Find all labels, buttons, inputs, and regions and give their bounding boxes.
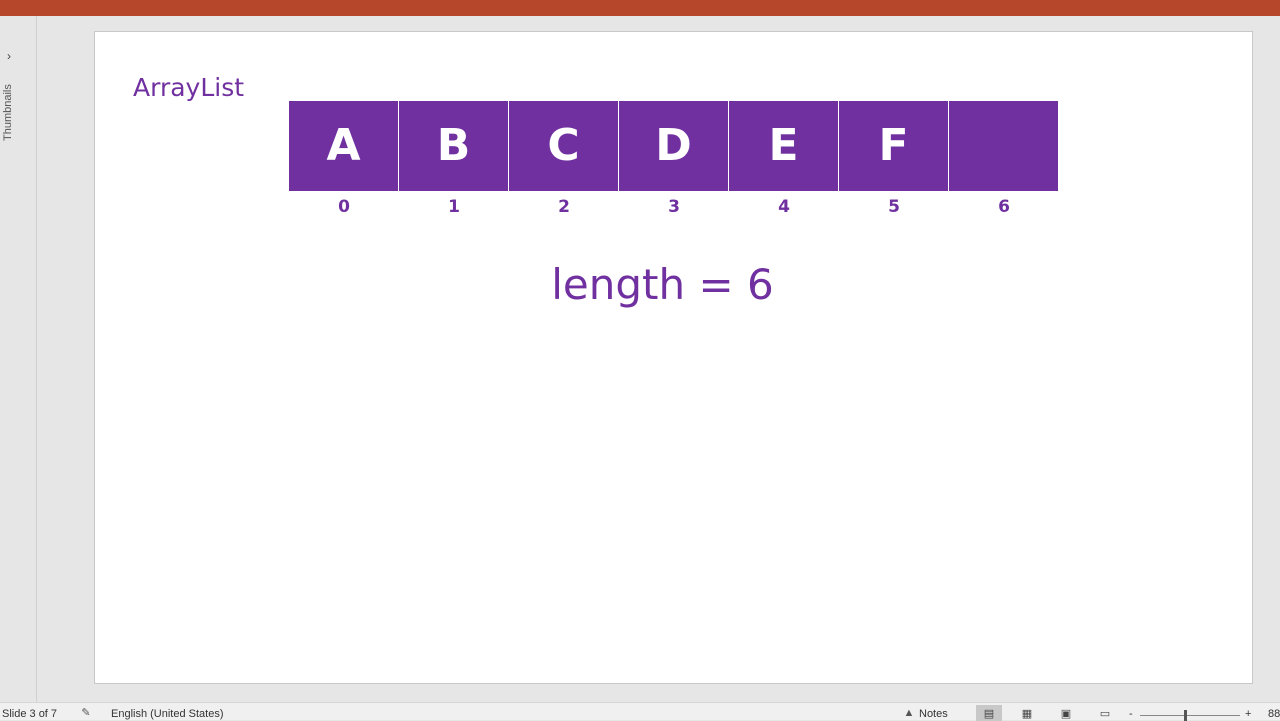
zoom-slider[interactable] <box>1140 715 1240 716</box>
zoom-level[interactable]: 88 <box>1268 708 1280 721</box>
array-index: 5 <box>888 197 900 217</box>
chevron-right-icon[interactable]: › <box>7 49 11 63</box>
array-index: 2 <box>558 197 570 217</box>
reading-view-icon[interactable]: ▣ <box>1053 705 1079 721</box>
array-cell[interactable] <box>949 101 1058 191</box>
array-cell[interactable]: A <box>289 101 399 191</box>
array-index: 6 <box>998 197 1010 217</box>
array-cell[interactable]: F <box>839 101 949 191</box>
slideshow-view-icon[interactable]: ▭ <box>1092 705 1118 721</box>
array-indices: 0 1 2 3 4 5 6 <box>289 197 1059 217</box>
zoom-in-button[interactable]: + <box>1245 708 1251 721</box>
slide[interactable]: ArrayList A B C D E F 0 1 2 3 4 5 6 leng… <box>94 31 1253 684</box>
status-bar: Slide 3 of 7 ✎ English (United States) ▲… <box>0 702 1280 721</box>
notes-icon[interactable]: ▲ <box>902 707 916 719</box>
array-index: 3 <box>668 197 680 217</box>
array-index: 0 <box>338 197 350 217</box>
thumbnails-label[interactable]: Thumbnails <box>2 84 14 141</box>
array-cell[interactable]: E <box>729 101 839 191</box>
notes-button[interactable]: Notes <box>919 708 948 721</box>
array-cell[interactable]: D <box>619 101 729 191</box>
array-cell[interactable]: B <box>399 101 509 191</box>
spellcheck-icon[interactable]: ✎ <box>79 707 93 719</box>
zoom-slider-thumb[interactable] <box>1184 710 1187 721</box>
array-index: 4 <box>778 197 790 217</box>
thumbnails-pane: › Thumbnails <box>0 16 37 702</box>
slide-title[interactable]: ArrayList <box>133 73 244 103</box>
array-index: 1 <box>448 197 460 217</box>
language-indicator[interactable]: English (United States) <box>111 708 224 721</box>
array-cell[interactable]: C <box>509 101 619 191</box>
array-cells: A B C D E F <box>289 101 1058 191</box>
normal-view-icon[interactable]: ▤ <box>976 705 1002 721</box>
slide-counter[interactable]: Slide 3 of 7 <box>2 708 57 721</box>
slide-sorter-view-icon[interactable]: ▦ <box>1014 705 1040 721</box>
title-bar <box>0 0 1280 16</box>
length-text[interactable]: length = 6 <box>95 260 1230 309</box>
zoom-out-button[interactable]: - <box>1129 708 1133 721</box>
